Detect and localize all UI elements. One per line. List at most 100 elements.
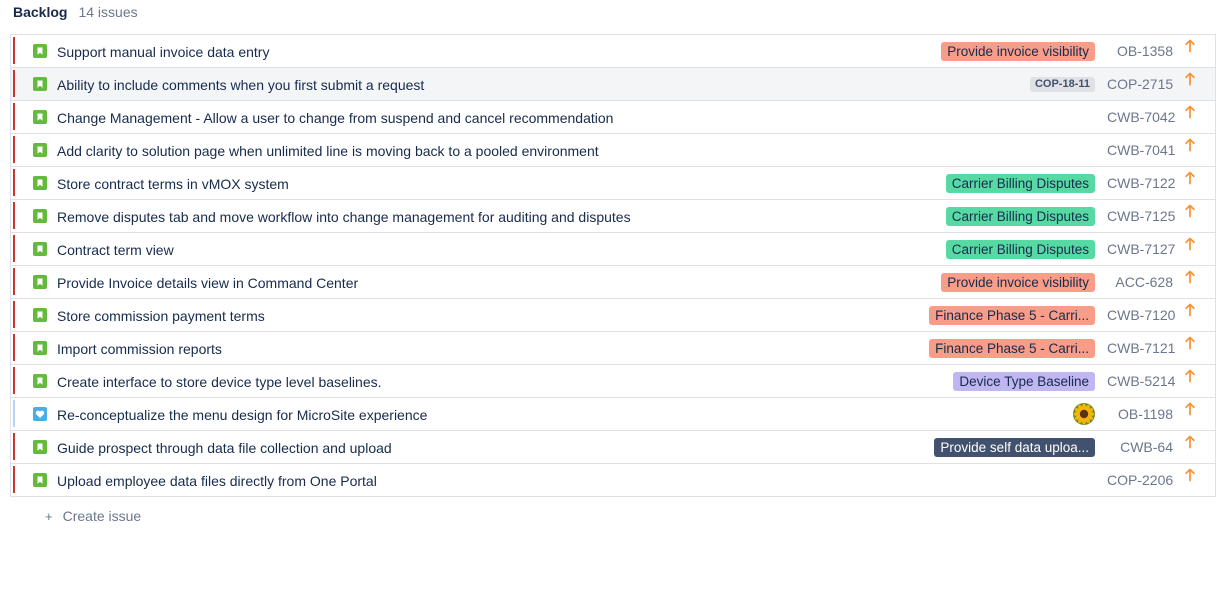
high-priority-icon — [1183, 105, 1197, 121]
epic-badge[interactable]: Finance Phase 5 - Carri... — [929, 338, 1095, 358]
issue-summary[interactable]: Support manual invoice data entry — [57, 44, 269, 60]
priority-bar — [13, 301, 15, 328]
issue-row[interactable]: Re-conceptualize the menu design for Mic… — [11, 398, 1215, 431]
issue-meta: Device Type Baseline CWB-5214 — [953, 365, 1197, 397]
issue-summary[interactable]: Ability to include comments when you fir… — [57, 77, 424, 93]
issue-row[interactable]: Ability to include comments when you fir… — [11, 68, 1215, 101]
issue-key[interactable]: OB-1358 — [1107, 43, 1173, 59]
story-icon — [33, 242, 47, 256]
issue-key[interactable]: CWB-5214 — [1107, 373, 1175, 389]
story-icon — [33, 374, 47, 388]
issue-row[interactable]: Upload employee data files directly from… — [11, 464, 1215, 497]
issue-meta: COP-2206 — [1107, 464, 1197, 496]
epic-badge[interactable]: Device Type Baseline — [953, 371, 1095, 391]
high-priority-icon — [1183, 369, 1197, 385]
issue-key[interactable]: COP-2206 — [1107, 472, 1173, 488]
high-priority-icon — [1183, 336, 1197, 352]
epic-badge[interactable]: Provide invoice visibility — [941, 41, 1095, 61]
issue-key[interactable]: CWB-7120 — [1107, 307, 1175, 323]
epic-badge[interactable]: Carrier Billing Disputes — [945, 173, 1095, 193]
issue-key[interactable]: CWB-7127 — [1107, 241, 1175, 257]
priority-bar — [13, 433, 15, 460]
create-issue-button[interactable]: + Create issue — [45, 508, 141, 524]
issue-row[interactable]: Create interface to store device type le… — [11, 365, 1215, 398]
epic-badge[interactable]: Carrier Billing Disputes — [945, 206, 1095, 226]
story-icon — [33, 341, 47, 355]
issue-meta: Carrier Billing Disputes CWB-7122 — [945, 167, 1197, 199]
priority-bar — [13, 334, 15, 361]
issue-summary[interactable]: Import commission reports — [57, 341, 222, 357]
issue-summary[interactable]: Store contract terms in vMOX system — [57, 176, 289, 192]
issue-row[interactable]: Change Management - Allow a user to chan… — [11, 101, 1215, 134]
issue-key[interactable]: ACC-628 — [1107, 274, 1173, 290]
issue-summary[interactable]: Add clarity to solution page when unlimi… — [57, 143, 599, 159]
priority-bar — [13, 268, 15, 295]
issue-row[interactable]: Contract term view Carrier Billing Disput… — [11, 233, 1215, 266]
issue-row[interactable]: Guide prospect through data file collect… — [11, 431, 1215, 464]
sunflower-avatar[interactable] — [1073, 403, 1095, 425]
high-priority-icon — [1183, 402, 1197, 418]
issue-row[interactable]: Support manual invoice data entry Provide… — [11, 35, 1215, 68]
story-icon — [33, 308, 47, 322]
priority-bar — [13, 235, 15, 262]
issue-meta: COP-18-11 COP-2715 — [1029, 68, 1197, 100]
high-priority-icon — [1183, 435, 1197, 451]
issue-meta: CWB-7041 — [1107, 134, 1197, 166]
issue-row[interactable]: Store commission payment terms Finance Ph… — [11, 299, 1215, 332]
issue-row[interactable]: Import commission reports Finance Phase 5… — [11, 332, 1215, 365]
issue-summary[interactable]: Change Management - Allow a user to chan… — [57, 110, 613, 126]
issue-summary[interactable]: Create interface to store device type le… — [57, 374, 382, 390]
backlog-header: Backlog 14 issues — [13, 4, 138, 22]
priority-bar — [13, 400, 15, 427]
backlog-title[interactable]: Backlog — [13, 4, 67, 20]
epic-badge[interactable]: Provide invoice visibility — [941, 272, 1095, 292]
issue-summary[interactable]: Store commission payment terms — [57, 308, 265, 324]
issue-row[interactable]: Remove disputes tab and move workflow in… — [11, 200, 1215, 233]
story-icon — [33, 176, 47, 190]
story-icon — [33, 275, 47, 289]
issue-key[interactable]: CWB-7041 — [1107, 142, 1175, 158]
issue-summary[interactable]: Contract term view — [57, 242, 174, 258]
issue-key[interactable]: CWB-7042 — [1107, 109, 1175, 125]
create-issue-label: Create issue — [62, 508, 142, 524]
issue-row[interactable]: Store contract terms in vMOX system Carri… — [11, 167, 1215, 200]
issue-count: 14 issues — [78, 4, 138, 20]
issue-summary[interactable]: Remove disputes tab and move workflow in… — [57, 209, 631, 225]
epic-badge[interactable]: Provide self data uploa... — [934, 437, 1095, 457]
story-icon — [33, 473, 47, 487]
sprint-badge: COP-18-11 — [1029, 76, 1095, 92]
issue-meta: Carrier Billing Disputes CWB-7125 — [945, 200, 1197, 232]
issue-meta: CWB-7042 — [1107, 101, 1197, 133]
improvement-icon — [33, 407, 47, 421]
priority-bar — [13, 169, 15, 196]
issue-summary[interactable]: Re-conceptualize the menu design for Mic… — [57, 407, 427, 423]
story-icon — [33, 143, 47, 157]
issue-meta: OB-1198 — [1073, 398, 1197, 430]
plus-icon: + — [45, 508, 53, 524]
issue-row[interactable]: Provide Invoice details view in Command … — [11, 266, 1215, 299]
epic-badge[interactable]: Carrier Billing Disputes — [945, 239, 1095, 259]
issue-key[interactable]: OB-1198 — [1107, 406, 1173, 422]
priority-bar — [13, 202, 15, 229]
priority-bar — [13, 37, 15, 64]
story-icon — [33, 44, 47, 58]
issue-summary[interactable]: Guide prospect through data file collect… — [57, 440, 392, 456]
story-icon — [33, 77, 47, 91]
high-priority-icon — [1183, 204, 1197, 220]
issue-meta: Provide invoice visibility ACC-628 — [941, 266, 1197, 298]
high-priority-icon — [1183, 237, 1197, 253]
high-priority-icon — [1183, 39, 1197, 55]
issue-summary[interactable]: Provide Invoice details view in Command … — [57, 275, 358, 291]
issue-key[interactable]: COP-2715 — [1107, 76, 1173, 92]
priority-bar — [13, 70, 15, 97]
issue-key[interactable]: CWB-7125 — [1107, 208, 1175, 224]
issue-key[interactable]: CWB-7122 — [1107, 175, 1175, 191]
issue-key[interactable]: CWB-7121 — [1107, 340, 1175, 356]
high-priority-icon — [1183, 171, 1197, 187]
story-icon — [33, 209, 47, 223]
epic-badge[interactable]: Finance Phase 5 - Carri... — [929, 305, 1095, 325]
high-priority-icon — [1183, 72, 1197, 88]
issue-row[interactable]: Add clarity to solution page when unlimi… — [11, 134, 1215, 167]
issue-summary[interactable]: Upload employee data files directly from… — [57, 473, 377, 489]
issue-key[interactable]: CWB-64 — [1107, 439, 1173, 455]
